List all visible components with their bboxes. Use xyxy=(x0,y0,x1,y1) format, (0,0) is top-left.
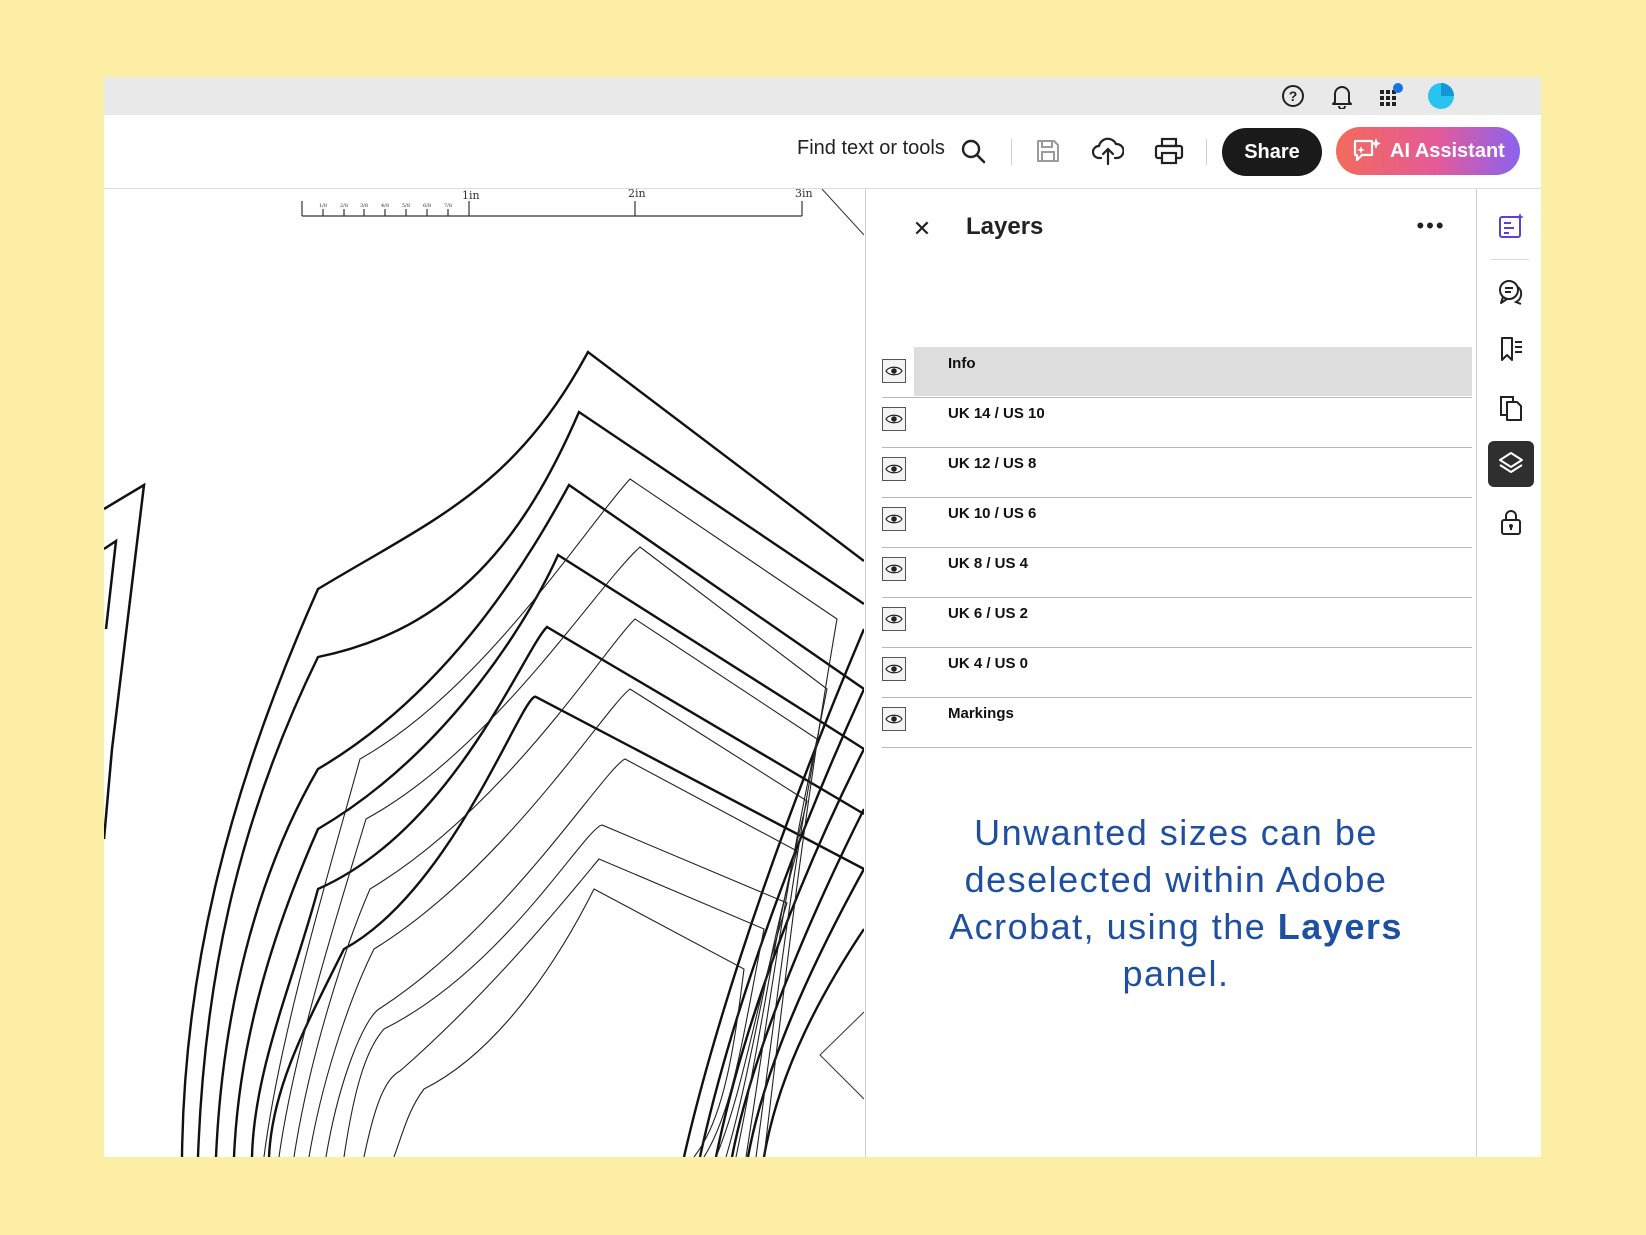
ruler-minor-label: 1/8 xyxy=(319,203,327,209)
eye-icon[interactable] xyxy=(882,457,906,481)
ai-assistant-button[interactable]: AI Assistant xyxy=(1336,127,1520,175)
bell-icon[interactable] xyxy=(1325,77,1359,115)
find-text-or-tools-label[interactable]: Find text or tools xyxy=(797,137,945,160)
eye-icon[interactable] xyxy=(882,607,906,631)
caption-text-end: panel. xyxy=(1122,953,1230,994)
ruler-minor-label: 7/8 xyxy=(444,203,452,209)
ai-assistant-label: AI Assistant xyxy=(1390,139,1505,162)
top-toolbar: Find text or tools Share AI Assistant xyxy=(104,115,1541,189)
layer-row-uk14-us10[interactable]: UK 14 / US 10 xyxy=(882,397,1472,448)
layer-name: UK 14 / US 10 xyxy=(948,405,1045,422)
document-canvas[interactable]: 1in 2in 3in 1/8 2/8 3/8 4/8 5/8 6/8 7/8 xyxy=(104,189,864,1157)
layer-row-uk10-us6[interactable]: UK 10 / US 6 xyxy=(882,497,1472,548)
layers-panel: ✕ Layers ••• Info UK 14 / US 10 UK 12 / … xyxy=(865,189,1476,1157)
panel-title: Layers xyxy=(966,213,1044,240)
edit-ai-icon[interactable] xyxy=(1488,203,1534,249)
layer-name: Info xyxy=(948,355,976,372)
layer-row-uk12-us8[interactable]: UK 12 / US 8 xyxy=(882,447,1472,498)
divider xyxy=(1491,259,1529,260)
right-tool-rail xyxy=(1476,189,1541,1157)
apps-grid-icon[interactable] xyxy=(1374,77,1408,115)
close-panel-button[interactable]: ✕ xyxy=(910,216,934,241)
help-icon[interactable]: ? xyxy=(1276,77,1310,115)
layers-icon[interactable] xyxy=(1488,441,1534,487)
upload-cloud-icon[interactable] xyxy=(1090,133,1126,169)
pages-icon[interactable] xyxy=(1488,385,1534,431)
ruler-minor-label: 3/8 xyxy=(360,203,368,209)
ai-assistant-icon xyxy=(1353,138,1381,162)
ruler-label-3in: 3in xyxy=(795,189,813,200)
search-icon[interactable] xyxy=(957,135,989,167)
eye-icon[interactable] xyxy=(882,707,906,731)
layer-name: Markings xyxy=(948,705,1014,722)
eye-icon[interactable] xyxy=(882,657,906,681)
layer-name: UK 10 / US 6 xyxy=(948,505,1037,522)
ruler-minor-label: 6/8 xyxy=(423,203,431,209)
eye-icon[interactable] xyxy=(882,507,906,531)
system-bar: ? xyxy=(104,77,1541,115)
ruler-label-2in: 2in xyxy=(628,189,646,200)
divider xyxy=(1206,139,1207,165)
layer-row-uk8-us4[interactable]: UK 8 / US 4 xyxy=(882,547,1472,598)
eye-icon[interactable] xyxy=(882,557,906,581)
layer-name: UK 12 / US 8 xyxy=(948,455,1037,472)
print-icon[interactable] xyxy=(1152,134,1186,168)
eye-icon[interactable] xyxy=(882,359,906,383)
ruler-minor-label: 2/8 xyxy=(340,203,348,209)
caption: Unwanted sizes can be deselected within … xyxy=(926,809,1426,997)
eye-icon[interactable] xyxy=(882,407,906,431)
caption-bold: Layers xyxy=(1277,906,1403,947)
ruler-label-1in: 1in xyxy=(462,189,480,202)
comment-icon[interactable] xyxy=(1488,269,1534,315)
ruler-minor-label: 4/8 xyxy=(381,203,389,209)
svg-text:?: ? xyxy=(1289,88,1298,104)
more-options-button[interactable]: ••• xyxy=(1411,211,1451,241)
layer-row-uk4-us0[interactable]: UK 4 / US 0 xyxy=(882,647,1472,698)
save-icon[interactable] xyxy=(1032,135,1064,167)
layer-row-highlight xyxy=(914,347,1472,396)
layer-name: UK 8 / US 4 xyxy=(948,555,1029,572)
lock-icon[interactable] xyxy=(1488,499,1534,545)
ruler xyxy=(301,201,803,217)
ruler-minor-label: 5/8 xyxy=(402,203,410,209)
avatar[interactable] xyxy=(1424,77,1458,115)
share-button[interactable]: Share xyxy=(1222,128,1322,176)
layer-name: UK 6 / US 2 xyxy=(948,605,1029,622)
bookmark-icon[interactable] xyxy=(1488,326,1534,372)
layer-row-uk6-us2[interactable]: UK 6 / US 2 xyxy=(882,597,1472,648)
layer-row-info[interactable]: Info xyxy=(882,347,1472,398)
layer-name: UK 4 / US 0 xyxy=(948,655,1029,672)
acrobat-window: ? Find text or tools Share AI Assistant … xyxy=(104,77,1541,1157)
sewing-pattern-drawing: 1in 2in 3in 1/8 2/8 3/8 4/8 5/8 6/8 7/8 xyxy=(104,189,864,1157)
layer-row-markings[interactable]: Markings xyxy=(882,697,1472,748)
divider xyxy=(1011,139,1012,165)
